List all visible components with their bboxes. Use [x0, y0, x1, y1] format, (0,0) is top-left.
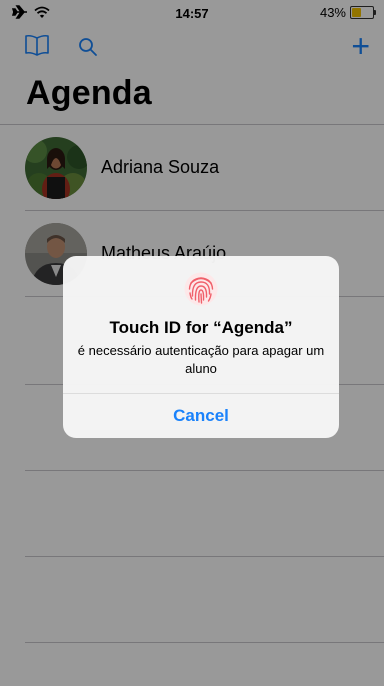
fingerprint-icon	[184, 272, 218, 306]
touch-id-alert: Touch ID for “Agenda” é necessário auten…	[63, 256, 339, 438]
alert-title: Touch ID for “Agenda”	[109, 318, 293, 337]
app-screen: 14:57 43% + Agenda Adriana Souza Matheus…	[0, 0, 384, 686]
cancel-button[interactable]: Cancel	[63, 394, 339, 438]
alert-message: é necessário autenticação para apagar um…	[77, 343, 325, 376]
